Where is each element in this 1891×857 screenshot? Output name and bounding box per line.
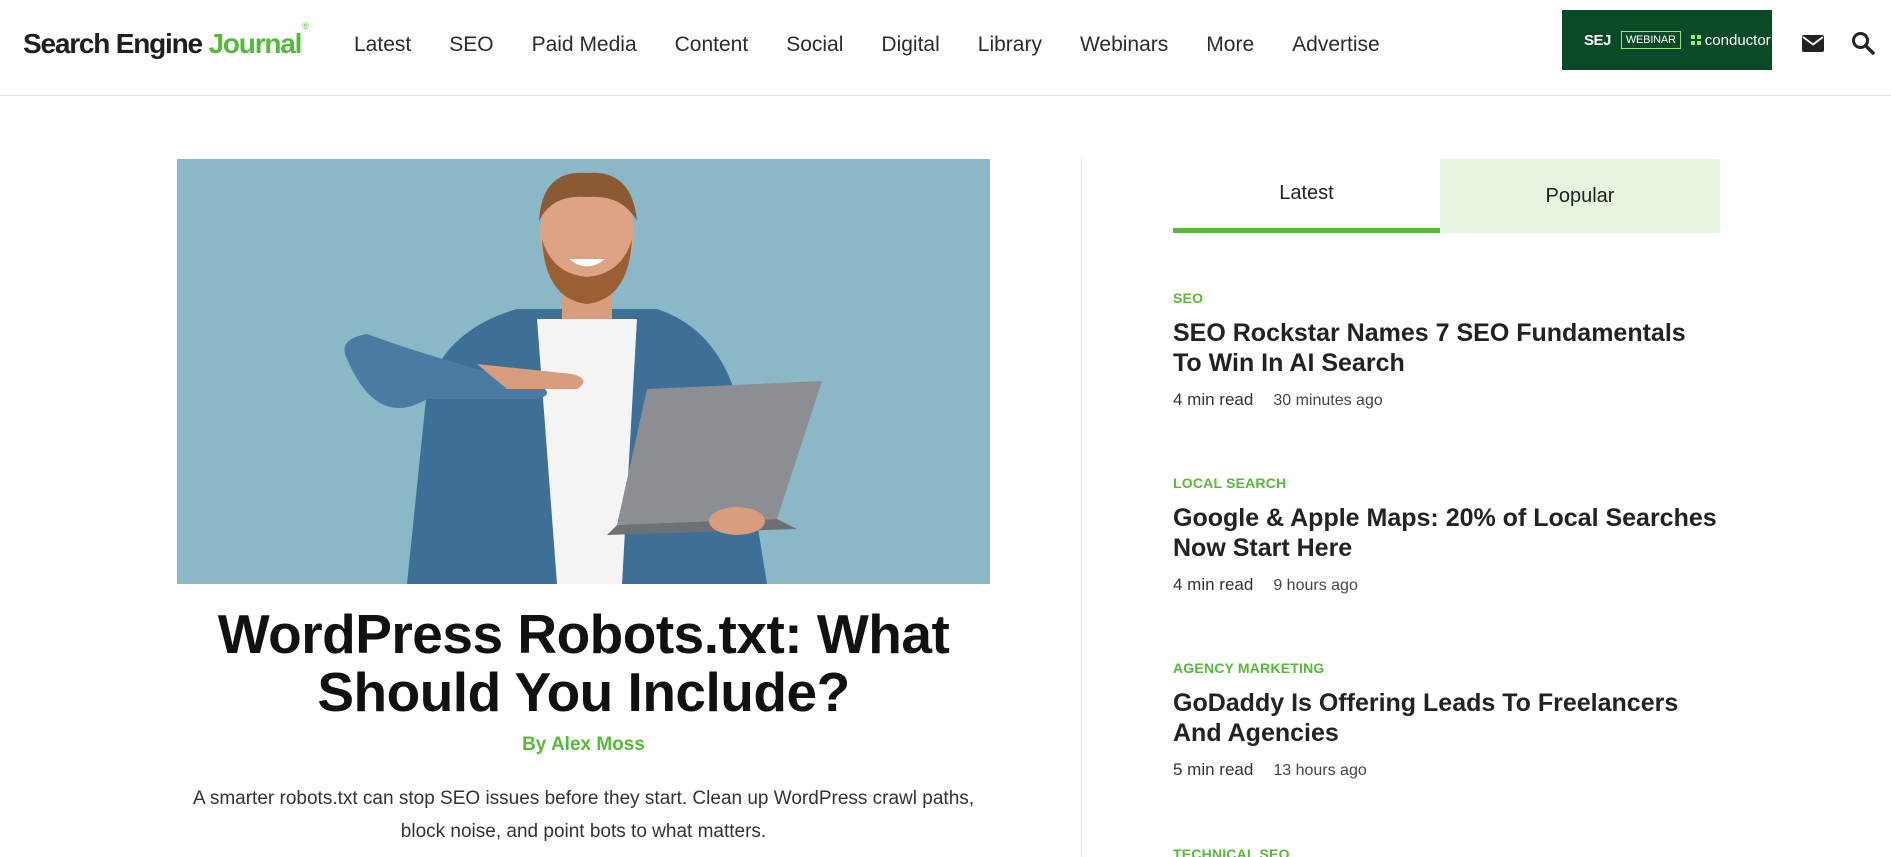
article-category[interactable]: Technical SEO — [1173, 846, 1733, 857]
sidebar-tabs: Latest Popular — [1173, 159, 1720, 233]
time-ago: 9 hours ago — [1273, 577, 1358, 594]
article-byline: By Alex Moss — [177, 734, 990, 756]
nav-item-more[interactable]: More — [1206, 33, 1254, 57]
read-time: 4 min read — [1173, 575, 1254, 594]
nav-item-library[interactable]: Library — [978, 33, 1042, 57]
logo-text-search-engine: Search Engine — [23, 28, 203, 59]
list-item: Agency Marketing GoDaddy Is Offering Lea… — [1173, 660, 1733, 780]
read-time: 4 min read — [1173, 390, 1254, 409]
nav-item-social[interactable]: Social — [786, 33, 843, 57]
banner-partner-label: conductor — [1704, 31, 1771, 49]
list-item: Local Search Google & Apple Maps: 20% of… — [1173, 475, 1733, 595]
article-meta: 4 min read 30 minutes ago — [1173, 390, 1733, 410]
article-headline[interactable]: SEO Rockstar Names 7 SEO Fundamentals To… — [1173, 318, 1718, 378]
site-logo[interactable]: Search Engine Journal® — [23, 21, 309, 60]
main-nav: Latest SEO Paid Media Content Social Dig… — [354, 33, 1418, 57]
article-category[interactable]: Agency Marketing — [1173, 660, 1733, 676]
man-with-laptop-illustration — [177, 159, 990, 584]
tab-latest[interactable]: Latest — [1173, 159, 1440, 233]
article-meta: 4 min read 9 hours ago — [1173, 575, 1733, 595]
article-category[interactable]: SEO — [1173, 290, 1733, 306]
site-header: Search Engine Journal® Latest SEO Paid M… — [0, 0, 1891, 96]
article-title[interactable]: WordPress Robots.txt: What Should You In… — [177, 605, 990, 721]
article-category[interactable]: Local Search — [1173, 475, 1733, 491]
column-divider — [1081, 159, 1082, 857]
envelope-icon[interactable] — [1800, 30, 1826, 56]
logo-registered-mark: ® — [302, 20, 309, 31]
time-ago: 13 hours ago — [1273, 762, 1367, 779]
byline-prefix: By — [522, 734, 547, 755]
banner-sej-label: SEJ — [1584, 31, 1611, 49]
article-headline[interactable]: GoDaddy Is Offering Leads To Freelancers… — [1173, 688, 1718, 748]
nav-item-webinars[interactable]: Webinars — [1080, 33, 1168, 57]
nav-item-seo[interactable]: SEO — [449, 33, 493, 57]
article-excerpt: A smarter robots.txt can stop SEO issues… — [192, 788, 975, 842]
article-headline[interactable]: Google & Apple Maps: 20% of Local Search… — [1173, 503, 1718, 563]
nav-item-advertise[interactable]: Advertise — [1292, 33, 1380, 57]
logo-text-journal: Journal — [208, 28, 303, 59]
author-link[interactable]: Alex Moss — [551, 734, 645, 755]
time-ago: 30 minutes ago — [1273, 392, 1383, 409]
read-time: 5 min read — [1173, 760, 1254, 779]
nav-item-digital[interactable]: Digital — [881, 33, 939, 57]
conductor-logo-icon — [1690, 35, 1701, 45]
webinar-banner-ad[interactable]: SEJ WEBINAR conductor — [1562, 10, 1772, 70]
tab-popular[interactable]: Popular — [1440, 159, 1720, 233]
article-meta: 5 min read 13 hours ago — [1173, 760, 1733, 780]
list-item: Technical SEO — [1173, 846, 1733, 857]
article-hero-image[interactable] — [177, 159, 990, 584]
nav-item-paid-media[interactable]: Paid Media — [532, 33, 637, 57]
banner-webinar-label: WEBINAR — [1620, 31, 1681, 49]
banner-partner: conductor — [1690, 31, 1771, 49]
nav-item-latest[interactable]: Latest — [354, 33, 411, 57]
nav-item-content[interactable]: Content — [675, 33, 749, 57]
list-item: SEO SEO Rockstar Names 7 SEO Fundamental… — [1173, 290, 1733, 410]
search-icon[interactable] — [1850, 30, 1876, 56]
